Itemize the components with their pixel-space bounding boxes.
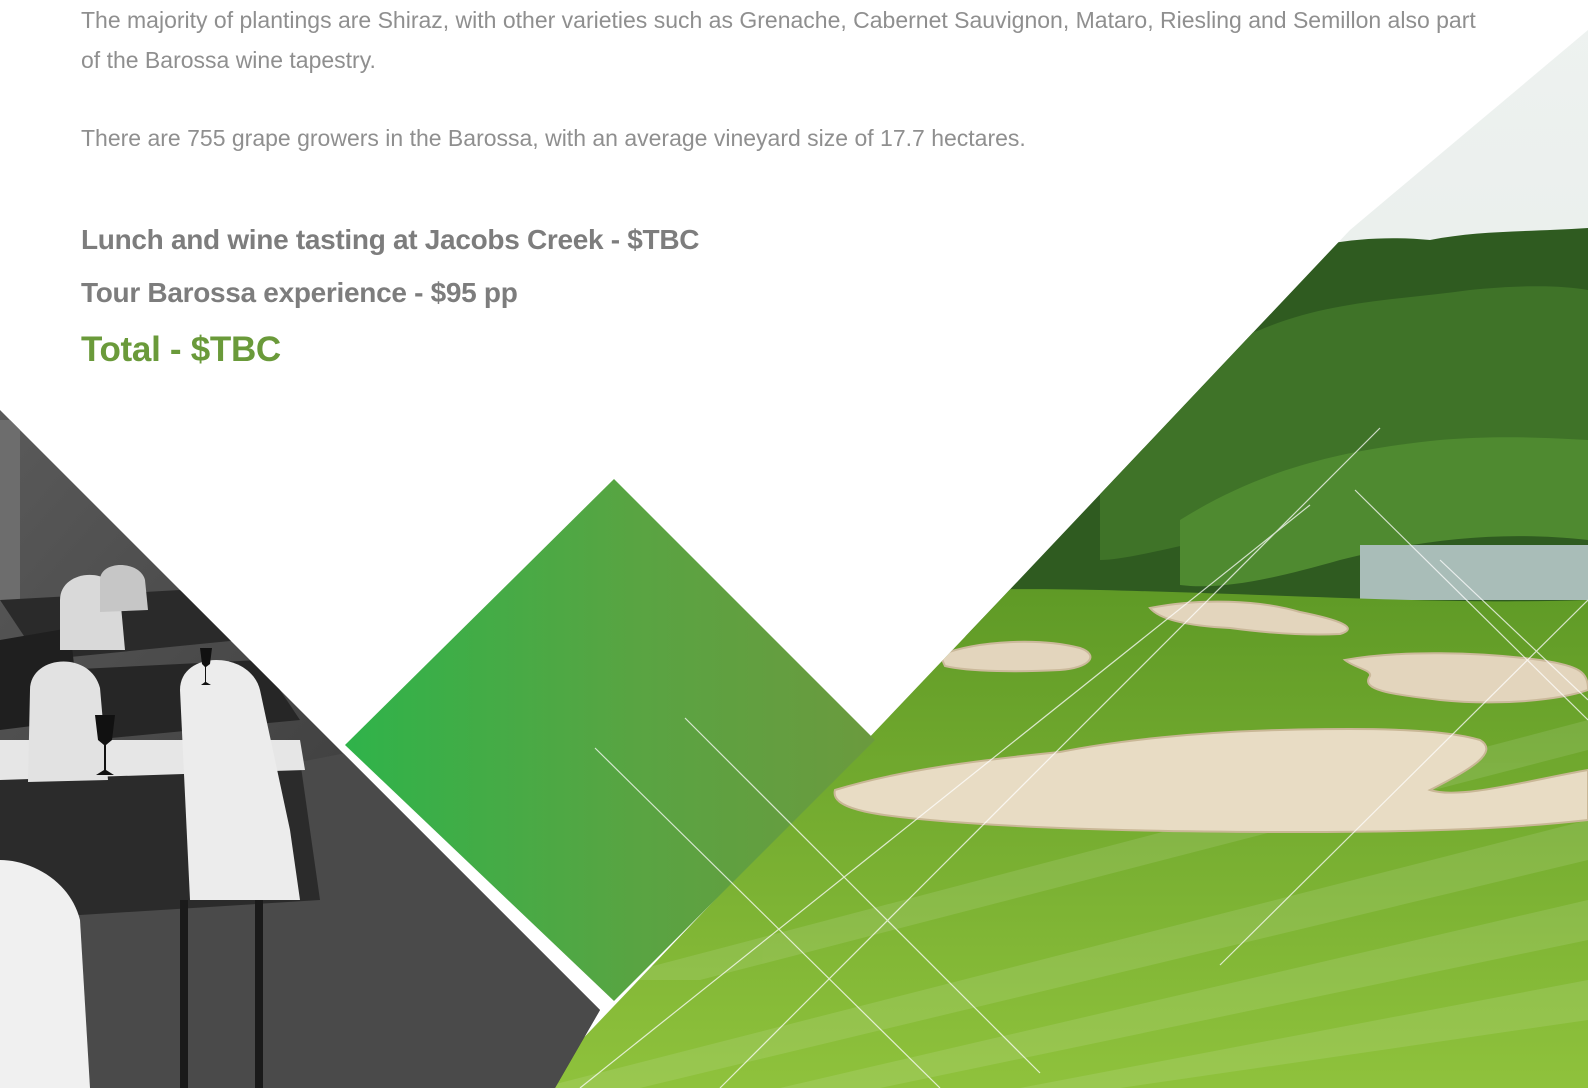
pricing-item: Tour Barossa experience - $95 pp [81, 277, 518, 308]
brochure-page: The majority of plantings are Shiraz, wi… [0, 0, 1588, 1088]
intro-paragraph: There are 755 grape growers in the Baros… [81, 125, 1026, 151]
intro-text: The majority of plantings are Shiraz, wi… [81, 0, 1481, 158]
pricing-total: Total - $TBC [81, 330, 281, 369]
pricing-list: Lunch and wine tasting at Jacobs Creek -… [81, 222, 699, 372]
pricing-item: Lunch and wine tasting at Jacobs Creek -… [81, 224, 700, 255]
decorative-artwork [0, 0, 1588, 1088]
intro-paragraph: The majority of plantings are Shiraz, wi… [81, 7, 1476, 73]
